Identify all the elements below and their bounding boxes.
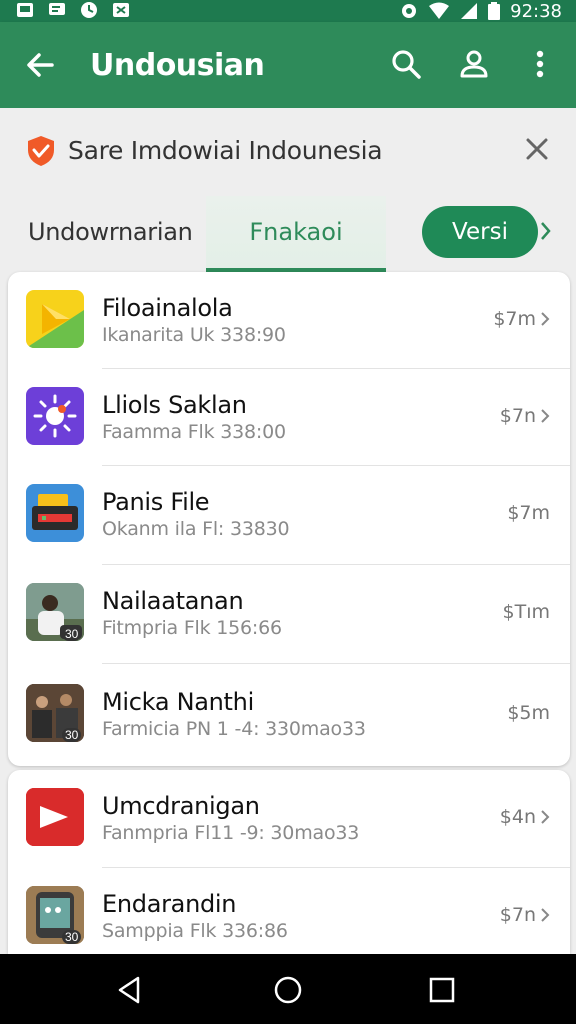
chevron-right-icon — [541, 908, 550, 922]
tab-undowrnarian[interactable]: Undowrnarian — [28, 218, 193, 246]
photo-badge: 30 — [62, 627, 82, 641]
size-label: $5m — [507, 702, 550, 724]
size-label: $4n — [499, 806, 536, 828]
list-item-subtitle: Faamma Flk 338:00 — [102, 421, 286, 443]
list-item-subtitle: Samppia Flk 336:86 — [102, 920, 288, 942]
system-nav-bar — [0, 954, 576, 1024]
list-item-size: $4n — [500, 806, 550, 828]
list-item-size: $7m — [493, 308, 550, 330]
list-item[interactable]: 30 Micka Nanthi Farmicia PN 1 -4: 330mao… — [8, 664, 570, 766]
photo-badge: 30 — [62, 728, 82, 742]
recents-square-icon[interactable] — [426, 974, 458, 1006]
list-item-title: Panis File — [102, 488, 210, 516]
file-manager-icon — [26, 484, 84, 542]
wifi-icon — [429, 2, 450, 19]
app-bar: Undousian — [0, 22, 576, 108]
chevron-right-icon[interactable] — [540, 220, 552, 242]
list-item[interactable]: Filoainalola Ikanarita Uk 338:90 $7m — [8, 272, 570, 369]
home-circle-icon[interactable] — [272, 974, 304, 1006]
play-store-icon — [26, 290, 84, 348]
list-item[interactable]: Panis File Okanm ila Fl: 33830 $7m — [8, 466, 570, 565]
more-vert-icon[interactable] — [522, 46, 558, 82]
app-list-card-2: Umcdranigan Fanmpria Fl11 -9: 30mao33 $4… — [8, 770, 570, 954]
image-icon — [16, 2, 34, 18]
close-icon[interactable] — [524, 136, 550, 162]
status-bar: 92:38 — [0, 0, 576, 22]
signal-icon — [461, 3, 478, 19]
status-left-icons — [16, 2, 130, 18]
sun-icon — [26, 387, 84, 445]
tab-versi-pill[interactable]: Versi — [422, 206, 538, 258]
size-label: $7m — [507, 502, 550, 524]
list-item-title: Filoainalola — [102, 294, 233, 322]
list-item-title: Lliols Saklan — [102, 391, 247, 419]
status-time: 92:38 — [510, 0, 562, 22]
list-item-size: $Tım — [503, 601, 550, 623]
status-right-icons: 92:38 — [400, 0, 562, 22]
search-banner-text: Sare Imdowiai Indounesia — [68, 136, 383, 165]
list-item[interactable]: 30 Endarandin Samppia Flk 336:86 $7n — [8, 868, 570, 954]
list-item-subtitle: Okanm ila Fl: 33830 — [102, 518, 290, 540]
tab-bar: Undowrnarian Fnakaoi Versi — [0, 196, 576, 272]
shield-icon — [28, 136, 54, 166]
search-banner[interactable]: Sare Imdowiai Indounesia — [0, 108, 576, 196]
back-arrow-icon[interactable] — [22, 47, 58, 83]
list-item[interactable]: 30 Nailaatanan Fitmpria Flk 156:66 $Tım — [8, 565, 570, 664]
tab-versi-label: Versi — [452, 219, 508, 245]
settings-icon — [402, 4, 417, 18]
list-item-subtitle: Fitmpria Flk 156:66 — [102, 617, 282, 639]
list-item-title: Micka Nanthi — [102, 688, 254, 716]
list-item-subtitle: Fanmpria Fl11 -9: 30mao33 — [102, 822, 360, 844]
photo-badge: 30 — [62, 930, 82, 944]
list-item-size: $7m — [507, 502, 550, 524]
back-triangle-icon[interactable] — [114, 974, 146, 1006]
list-item-size: $7n — [500, 405, 550, 427]
list-item-subtitle: Ikanarita Uk 338:90 — [102, 324, 286, 346]
list-item-subtitle: Farmicia PN 1 -4: 330mao33 — [102, 718, 366, 740]
video-play-icon — [26, 788, 84, 846]
app-title: Undousian — [90, 48, 265, 83]
list-item[interactable]: Lliols Saklan Faamma Flk 338:00 $7n — [8, 369, 570, 466]
list-item[interactable]: Umcdranigan Fanmpria Fl11 -9: 30mao33 $4… — [8, 770, 570, 868]
message-icon — [48, 2, 66, 18]
download-icon — [112, 2, 130, 18]
list-item-title: Endarandin — [102, 890, 237, 918]
list-item-size: $7n — [500, 904, 550, 926]
size-label: $7n — [499, 904, 536, 926]
tab-fnakaoi[interactable]: Fnakaoi — [206, 196, 386, 272]
battery-icon — [488, 2, 501, 20]
tab-fnakaoi-label: Fnakaoi — [249, 218, 343, 246]
list-item-size: $5m — [507, 702, 550, 724]
search-icon[interactable] — [388, 46, 424, 82]
list-item-title: Umcdranigan — [102, 792, 260, 820]
list-item-title: Nailaatanan — [102, 587, 244, 615]
app-list-card: Filoainalola Ikanarita Uk 338:90 $7m Lli… — [8, 272, 570, 766]
account-icon[interactable] — [456, 46, 492, 82]
chevron-right-icon — [541, 810, 550, 824]
chevron-right-icon — [541, 312, 550, 326]
sync-icon — [80, 2, 98, 18]
size-label: $7m — [493, 308, 536, 330]
chevron-right-icon — [541, 409, 550, 423]
size-label: $7n — [499, 405, 536, 427]
size-label: $Tım — [502, 601, 550, 623]
